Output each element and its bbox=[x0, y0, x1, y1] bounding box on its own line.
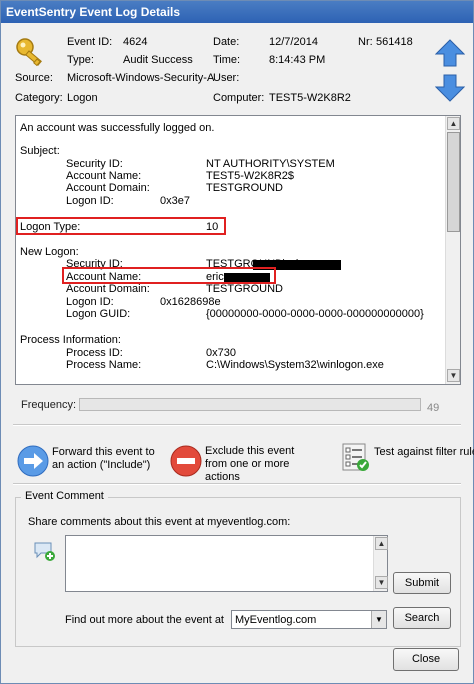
previous-event-button[interactable] bbox=[435, 39, 465, 67]
test-filter-label: Test against filter rules bbox=[374, 446, 474, 458]
forward-event-label: Forward this event to an action ("Includ… bbox=[52, 446, 155, 471]
new-account-domain-label: Account Domain: bbox=[66, 283, 150, 295]
user-label: User: bbox=[213, 72, 240, 84]
share-comments-label: Share comments about this event at myeve… bbox=[28, 516, 291, 528]
process-id-label: Process ID: bbox=[66, 347, 123, 359]
process-name-label: Process Name: bbox=[66, 359, 142, 371]
subject-security-id-value: NT AUTHORITY\SYSTEM bbox=[206, 158, 335, 170]
scroll-up-icon[interactable]: ▲ bbox=[375, 537, 388, 550]
date-value: 12/7/2014 bbox=[269, 36, 318, 48]
new-account-domain-value: TESTGROUND bbox=[206, 283, 283, 295]
next-event-button[interactable] bbox=[435, 74, 465, 102]
source-value: Microsoft-Windows-Security-A bbox=[67, 72, 215, 84]
key-icon bbox=[16, 38, 42, 67]
event-id-label: Event ID: bbox=[67, 36, 113, 48]
category-value: Logon bbox=[67, 92, 98, 104]
site-select-value: MyEventlog.com bbox=[235, 614, 317, 626]
site-select[interactable]: MyEventlog.com ▼ bbox=[231, 610, 387, 629]
subject-logon-id-value: 0x3e7 bbox=[160, 195, 190, 207]
arrow-down-icon bbox=[435, 74, 465, 102]
subject-security-id-label: Security ID: bbox=[66, 158, 123, 170]
test-filter-button[interactable]: Test against filter rules bbox=[339, 441, 474, 473]
account-name-highlight bbox=[62, 267, 276, 284]
event-id-value: 4624 bbox=[123, 36, 148, 48]
new-logon-guid-label: Logon GUID: bbox=[66, 308, 131, 320]
subject-logon-id-label: Logon ID: bbox=[66, 195, 114, 207]
time-value: 8:14:43 PM bbox=[269, 54, 326, 66]
scroll-down-icon[interactable]: ▼ bbox=[447, 369, 460, 382]
process-id-value: 0x730 bbox=[206, 347, 236, 359]
date-label: Date: bbox=[213, 36, 240, 48]
computer-label: Computer: bbox=[213, 92, 265, 104]
separator bbox=[13, 483, 461, 485]
submit-button[interactable]: Submit bbox=[393, 572, 451, 594]
arrow-up-icon bbox=[435, 39, 465, 67]
scroll-up-icon[interactable]: ▲ bbox=[447, 117, 460, 130]
subject-header: Subject: bbox=[20, 145, 60, 157]
window-title: EventSentry Event Log Details bbox=[1, 1, 473, 23]
frequency-value: 49 bbox=[427, 402, 440, 414]
close-button[interactable]: Close bbox=[393, 648, 459, 671]
computer-value: TEST5-W2K8R2 bbox=[269, 92, 351, 104]
new-logon-id-label: Logon ID: bbox=[66, 296, 114, 308]
scroll-thumb[interactable] bbox=[447, 132, 460, 232]
no-entry-icon bbox=[170, 445, 202, 477]
event-details-window: EventSentry Event Log Details Event ID: … bbox=[0, 0, 474, 684]
exclude-event-button[interactable]: Exclude this event from one or more acti… bbox=[170, 445, 315, 484]
description-scrollbar[interactable]: ▲ ▼ bbox=[445, 116, 460, 384]
nr-value: 561418 bbox=[376, 36, 413, 48]
process-header: Process Information: bbox=[20, 334, 121, 346]
search-button[interactable]: Search bbox=[393, 607, 451, 629]
process-name-value: C:\Windows\System32\winlogon.exe bbox=[206, 359, 384, 371]
exclude-event-label: Exclude this event from one or more acti… bbox=[205, 445, 295, 483]
comment-scrollbar[interactable]: ▲ ▼ bbox=[373, 536, 388, 591]
event-description[interactable]: An account was successfully logged on. S… bbox=[15, 115, 461, 385]
checklist-icon bbox=[342, 443, 369, 471]
new-logon-guid-value: {00000000-0000-0000-0000-000000000000} bbox=[206, 308, 424, 320]
event-comment-title: Event Comment bbox=[21, 490, 108, 502]
source-label: Source: bbox=[15, 72, 53, 84]
category-label: Category: bbox=[15, 92, 63, 104]
frequency-bar bbox=[79, 398, 421, 411]
forward-arrow-icon bbox=[17, 445, 49, 477]
new-logon-id-value: 0x1628698e bbox=[160, 296, 221, 308]
chevron-down-icon[interactable]: ▼ bbox=[371, 611, 386, 628]
subject-account-domain-label: Account Domain: bbox=[66, 182, 150, 194]
scroll-down-icon[interactable]: ▼ bbox=[375, 576, 388, 589]
subject-account-domain-value: TESTGROUND bbox=[206, 182, 283, 194]
nr-label: Nr: bbox=[358, 36, 373, 48]
new-logon-header: New Logon: bbox=[20, 246, 79, 258]
forward-event-button[interactable]: Forward this event to an action ("Includ… bbox=[17, 445, 162, 477]
type-value: Audit Success bbox=[123, 54, 193, 66]
subject-account-name-label: Account Name: bbox=[66, 170, 142, 182]
find-out-more-label: Find out more about the event at bbox=[65, 614, 224, 626]
separator bbox=[13, 424, 461, 426]
frequency-label: Frequency: bbox=[21, 399, 77, 411]
type-label: Type: bbox=[67, 54, 94, 66]
comment-textarea[interactable]: ▲ ▼ bbox=[65, 535, 388, 592]
logon-type-highlight bbox=[16, 217, 226, 235]
description-summary: An account was successfully logged on. bbox=[20, 122, 215, 134]
subject-account-name-value: TEST5-W2K8R2$ bbox=[206, 170, 295, 182]
add-comment-icon bbox=[34, 542, 55, 561]
time-label: Time: bbox=[213, 54, 241, 66]
